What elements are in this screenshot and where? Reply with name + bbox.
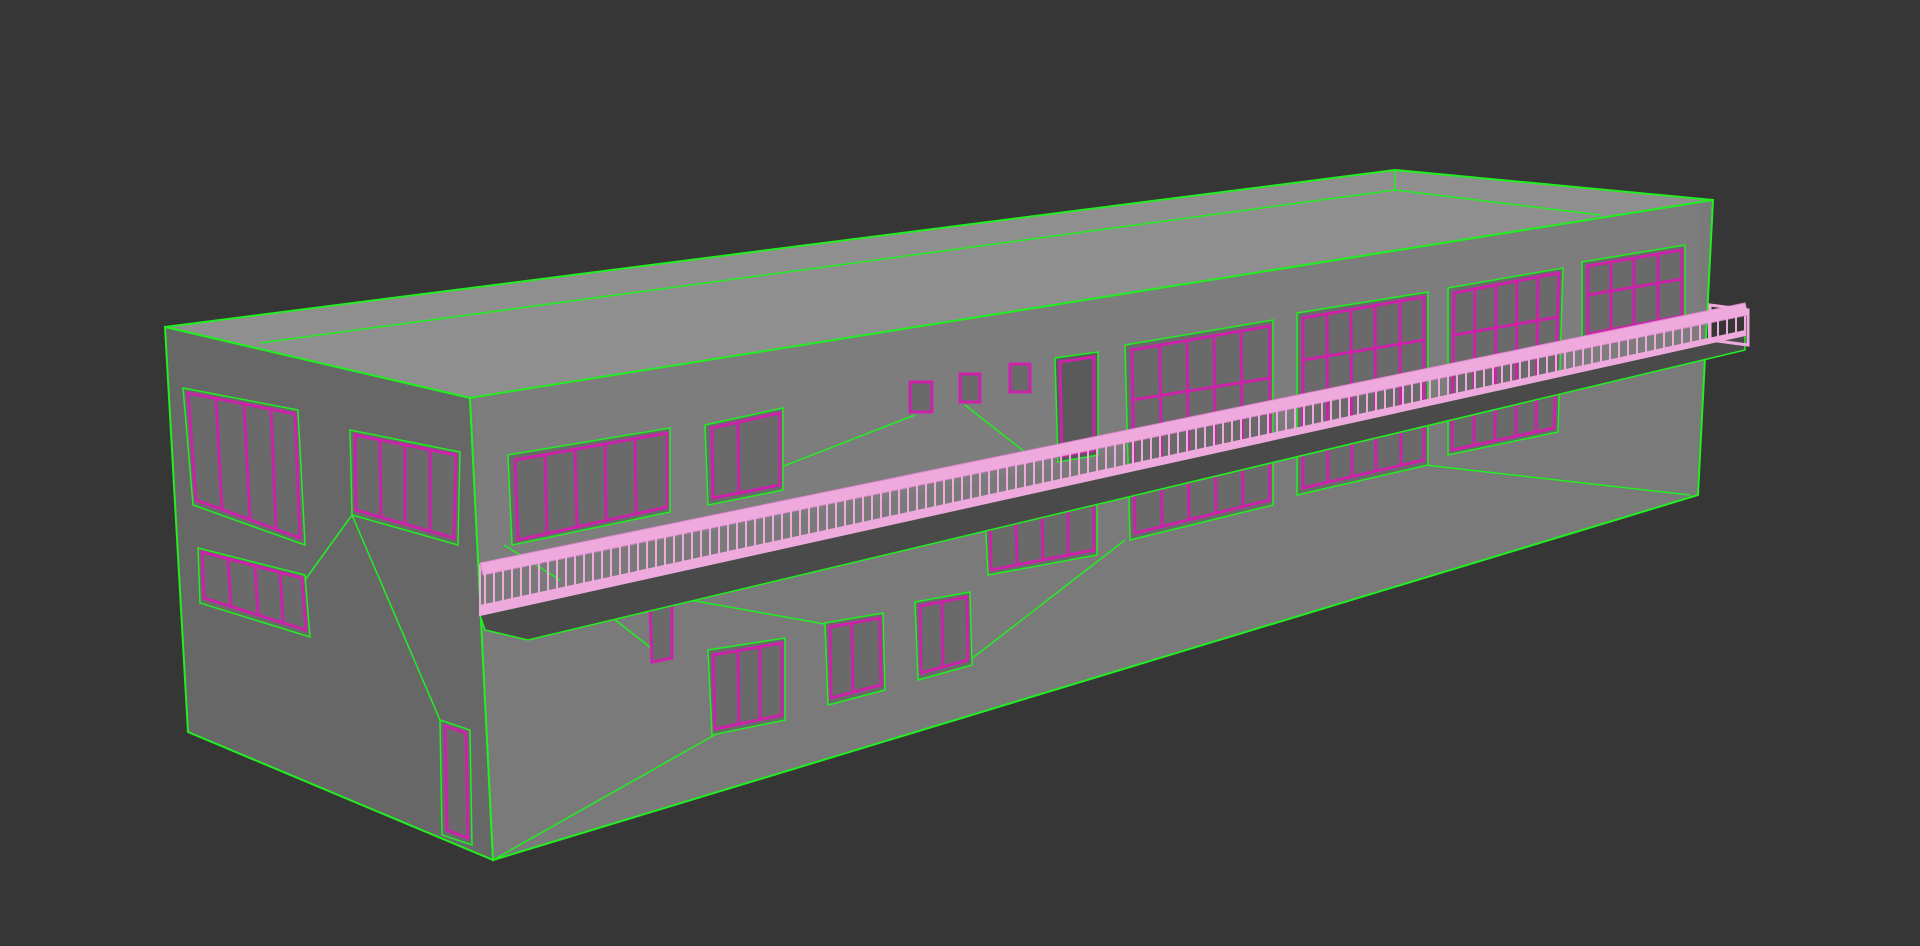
3d-viewport[interactable] <box>0 0 1920 946</box>
building-model[interactable] <box>0 0 1920 946</box>
